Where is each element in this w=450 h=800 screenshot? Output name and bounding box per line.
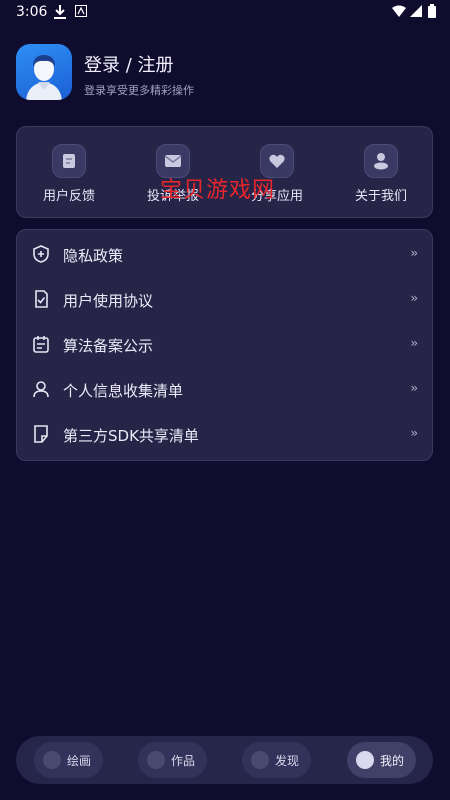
tab-label: 我的 bbox=[380, 754, 405, 768]
menu-item-third-party-sdk-list[interactable]: 第三方SDK共享清单 ›› bbox=[17, 412, 434, 457]
tab-label: 绘画 bbox=[67, 754, 92, 768]
tab-painting[interactable]: 绘画 bbox=[34, 742, 103, 778]
menu-item-label: 个人信息收集清单 bbox=[63, 382, 184, 400]
feedback-icon bbox=[52, 144, 86, 178]
profile-header[interactable]: 登录 / 注册 登录享受更多精彩操作 bbox=[16, 44, 434, 102]
quick-action-label: 关于我们 bbox=[354, 189, 407, 204]
chevron-right-icon: ›› bbox=[410, 246, 417, 260]
status-bar: 3:06 bbox=[0, 0, 450, 26]
menu-item-privacy-policy[interactable]: 隐私政策 ›› bbox=[17, 232, 434, 277]
sdk-list-icon bbox=[34, 425, 48, 443]
works-icon bbox=[147, 751, 165, 769]
quick-action-label: 用户反馈 bbox=[42, 189, 95, 204]
bottom-tab-bar: 绘画 作品 发现 我的 bbox=[16, 736, 433, 784]
status-time: 3:06 bbox=[16, 4, 48, 20]
chevron-right-icon: ›› bbox=[410, 381, 417, 395]
agreement-icon bbox=[35, 290, 48, 308]
watermark-text: 宝贝游戏网 bbox=[160, 178, 276, 203]
wifi-icon bbox=[392, 5, 406, 17]
tab-label: 作品 bbox=[171, 754, 196, 768]
privacy-shield-icon bbox=[33, 245, 49, 263]
tab-works[interactable]: 作品 bbox=[138, 742, 207, 778]
menu-item-label: 第三方SDK共享清单 bbox=[63, 427, 199, 445]
signal-icon bbox=[410, 5, 422, 17]
menu-item-label: 隐私政策 bbox=[63, 247, 124, 265]
person-icon bbox=[33, 381, 49, 398]
tab-discover[interactable]: 发现 bbox=[242, 742, 311, 778]
avatar[interactable] bbox=[16, 44, 72, 100]
quick-action-about[interactable]: 关于我们 bbox=[329, 127, 433, 219]
login-subtitle: 登录享受更多精彩操作 bbox=[84, 84, 194, 97]
about-icon bbox=[364, 144, 398, 178]
tab-mine[interactable]: 我的 bbox=[347, 742, 416, 778]
settings-menu: 隐私政策 ›› 用户使用协议 ›› 算法备案公示 ›› 个人信息收集清单 ›› … bbox=[16, 229, 433, 461]
mine-icon bbox=[356, 751, 374, 769]
discover-icon bbox=[251, 751, 269, 769]
chevron-right-icon: ›› bbox=[410, 291, 417, 305]
quick-action-feedback[interactable]: 用户反馈 bbox=[17, 127, 121, 219]
painting-icon bbox=[43, 751, 61, 769]
app-notification-icon bbox=[75, 5, 87, 17]
menu-item-user-agreement[interactable]: 用户使用协议 ›› bbox=[17, 277, 434, 322]
menu-item-label: 用户使用协议 bbox=[63, 292, 154, 310]
menu-item-algorithm-filing[interactable]: 算法备案公示 ›› bbox=[17, 322, 434, 367]
menu-item-personal-info-list[interactable]: 个人信息收集清单 ›› bbox=[17, 367, 434, 412]
user-avatar-icon bbox=[26, 55, 62, 100]
battery-icon bbox=[428, 4, 436, 18]
menu-item-label: 算法备案公示 bbox=[63, 337, 154, 355]
chevron-right-icon: ›› bbox=[410, 336, 417, 350]
download-icon bbox=[54, 5, 66, 19]
calendar-icon bbox=[33, 336, 49, 353]
chevron-right-icon: ›› bbox=[410, 426, 417, 440]
login-register-title[interactable]: 登录 / 注册 bbox=[84, 51, 174, 77]
tab-label: 发现 bbox=[275, 754, 300, 768]
